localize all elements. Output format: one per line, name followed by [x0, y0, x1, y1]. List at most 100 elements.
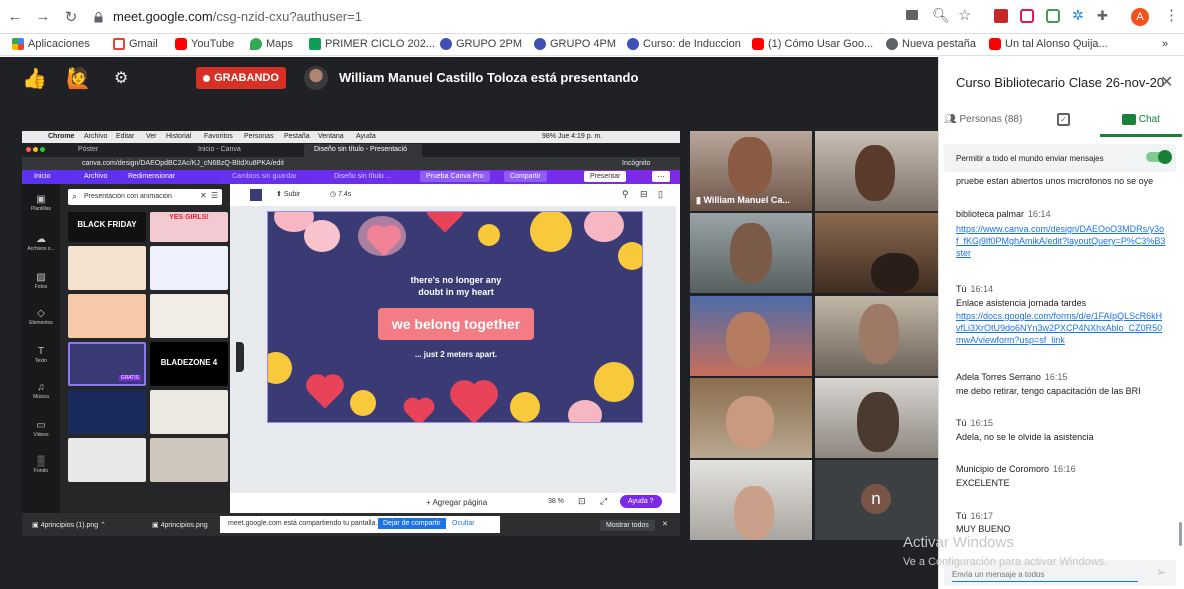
sidebar-item-fotos[interactable]: ▨ Fotos	[22, 272, 60, 290]
chat-message-input[interactable]	[952, 568, 1138, 582]
settings-gear-icon[interactable]: ⚙	[114, 68, 128, 88]
template-thumb[interactable]: YES GIRLS!	[150, 212, 228, 242]
participant-tile[interactable]	[815, 296, 938, 376]
participant-tile[interactable]	[815, 213, 938, 293]
bookmarks-overflow[interactable]: »	[1162, 38, 1168, 50]
template-thumb[interactable]	[150, 390, 228, 434]
minimize-window-icon[interactable]	[33, 147, 38, 152]
upload-button[interactable]: ⬆ Subir	[276, 190, 300, 198]
address-bar[interactable]: meet.google.com/csg-nzid-cxu?authuser=1	[113, 9, 362, 24]
maximize-window-icon[interactable]	[40, 147, 45, 152]
bookmark-nueva-pestana[interactable]: Nueva pestaña	[886, 38, 976, 50]
mac-menu-item[interactable]: Personas	[244, 133, 274, 140]
close-icon[interactable]: ✕	[662, 520, 668, 528]
template-thumb[interactable]	[68, 390, 146, 434]
bookmark-alonso[interactable]: Un tal Alonso Quija...	[989, 38, 1108, 50]
mac-menu-item[interactable]: Ayuda	[356, 133, 376, 140]
participant-tile[interactable]	[815, 378, 938, 458]
canva-home-link[interactable]: Inicio	[34, 173, 50, 180]
tab-people[interactable]: 👥︎ Personas (88)	[944, 114, 1022, 125]
bookmark-youtube[interactable]: YouTube	[175, 38, 234, 50]
back-arrow-icon[interactable]: ←	[6, 8, 24, 25]
send-icon[interactable]: ➢	[1156, 565, 1166, 579]
camera-icon[interactable]	[906, 10, 918, 20]
star-icon[interactable]: ☆	[958, 6, 971, 24]
bookmark-como-usar[interactable]: (1) Cómo Usar Goo...	[752, 38, 873, 50]
template-thumb[interactable]	[68, 294, 146, 338]
sidebar-item-videos[interactable]: ▭ Videos	[22, 420, 60, 438]
grid-view-icon[interactable]: ⊡	[578, 496, 586, 507]
color-swatch[interactable]	[250, 189, 262, 201]
canva-title[interactable]: Diseño sin título ...	[334, 173, 392, 180]
profile-avatar[interactable]: A	[1131, 8, 1149, 26]
menu-dots-icon[interactable]: ⋮	[1164, 6, 1179, 24]
mac-menu-item[interactable]: Ver	[146, 133, 157, 140]
template-thumb[interactable]	[68, 246, 146, 290]
shared-url[interactable]: canva.com/design/DAEOpdBC2Ac/KJ_cN6BzQ-B…	[82, 160, 284, 167]
participant-tile[interactable]	[690, 460, 812, 540]
hide-button[interactable]: Ocultar	[452, 520, 475, 527]
mac-menu-item[interactable]: Favoritos	[204, 133, 233, 140]
canva-share-button[interactable]: Compartir	[504, 171, 547, 182]
bookmark-gmail[interactable]: Gmail	[113, 38, 158, 50]
clear-icon[interactable]: ✕	[200, 191, 207, 200]
bookmark-grupo-4pm[interactable]: GRUPO 4PM	[534, 38, 616, 50]
canva-resize[interactable]: Redimensionar	[128, 173, 175, 180]
tab-chat[interactable]: Chat	[1122, 114, 1160, 125]
paint-icon[interactable]: ⚲	[622, 189, 629, 200]
participant-tile[interactable]: n	[815, 460, 938, 540]
sidebar-item-plantillas[interactable]: ▣ Plantillas	[22, 194, 60, 212]
template-thumb[interactable]	[150, 438, 228, 482]
participant-tile[interactable]	[690, 378, 812, 458]
stop-sharing-button[interactable]: Dejar de compartir	[378, 518, 446, 529]
help-button[interactable]: Ayuda ?	[620, 495, 662, 508]
mac-menu-item[interactable]: Pestaña	[284, 133, 310, 140]
raise-hand-icon[interactable]: 🙋	[66, 66, 91, 91]
pdf-extension-icon[interactable]	[994, 9, 1008, 23]
slide-canvas[interactable]: there's no longer any doubt in my heart w…	[267, 211, 643, 423]
mac-menu-item[interactable]: Ventana	[318, 133, 344, 140]
mac-menu-item[interactable]: Historial	[166, 133, 191, 140]
close-panel-icon[interactable]: ✕	[1160, 72, 1173, 92]
panel-collapse-handle[interactable]	[236, 342, 244, 372]
mac-menu-item[interactable]: Archivo	[84, 133, 107, 140]
template-search-input[interactable]: ⌕ Presentación con animación ✕ ☰	[68, 189, 222, 205]
bookmark-maps[interactable]: Maps	[250, 38, 293, 50]
mac-menu-item[interactable]: Editar	[116, 133, 134, 140]
sidebar-item-elementos[interactable]: ◇ Elementos	[22, 308, 60, 326]
duration-button[interactable]: ◷ 7.4s	[330, 190, 351, 198]
template-thumb[interactable]: BLACK FRIDAY	[68, 212, 146, 242]
add-page-button[interactable]: + Agregar página	[426, 498, 487, 507]
bookmark-curso-induccion[interactable]: Curso: de Induccion	[627, 38, 741, 50]
zoom-level[interactable]: 38 %	[548, 498, 564, 505]
allow-messages-toggle[interactable]	[1146, 150, 1172, 164]
puzzle-icon[interactable]: ✚	[1097, 8, 1108, 24]
canva-pro-button[interactable]: Prueba Canva Pro	[420, 171, 490, 182]
chat-scrollbar[interactable]	[1179, 522, 1182, 546]
extension-icon[interactable]	[1046, 9, 1060, 23]
canva-more-icon[interactable]: ⋯	[652, 171, 670, 182]
template-thumb[interactable]: BLADEZONE 4	[150, 342, 228, 386]
tab-poster[interactable]: Póster	[78, 146, 98, 153]
chat-message-link[interactable]: https://docs.google.com/forms/d/e/1FAIpQ…	[956, 310, 1166, 346]
tab-canva-design[interactable]: Diseño sin título - Presentació	[304, 144, 422, 157]
bookmark-apps[interactable]: Aplicaciones	[12, 38, 90, 50]
zoom-icon[interactable]: 🔍︎	[932, 7, 950, 24]
sidebar-item-texto[interactable]: T Texto	[22, 346, 60, 364]
participant-tile[interactable]	[815, 131, 938, 211]
participant-tile[interactable]	[690, 213, 812, 293]
template-thumb[interactable]	[68, 438, 146, 482]
bookmark-primer-ciclo[interactable]: PRIMER CICLO 202...	[309, 38, 435, 50]
reload-icon[interactable]: ↻	[62, 8, 80, 26]
download-item[interactable]: ▣ 4principios.png	[152, 521, 208, 529]
participant-tile[interactable]	[690, 296, 812, 376]
template-thumb[interactable]	[150, 294, 228, 338]
template-thumb[interactable]	[150, 246, 228, 290]
close-window-icon[interactable]	[26, 147, 31, 152]
tab-canva-home[interactable]: Inicio - Canva	[198, 146, 241, 153]
template-thumb-selected[interactable]: GRATIS	[68, 342, 146, 386]
sidebar-item-archivos[interactable]: ☁ Archivos s...	[22, 234, 60, 252]
sidebar-item-fondo[interactable]: ▒ Fondo	[22, 456, 60, 474]
canva-file-menu[interactable]: Archivo	[84, 173, 107, 180]
canva-present-button[interactable]: Presentar	[584, 171, 627, 182]
